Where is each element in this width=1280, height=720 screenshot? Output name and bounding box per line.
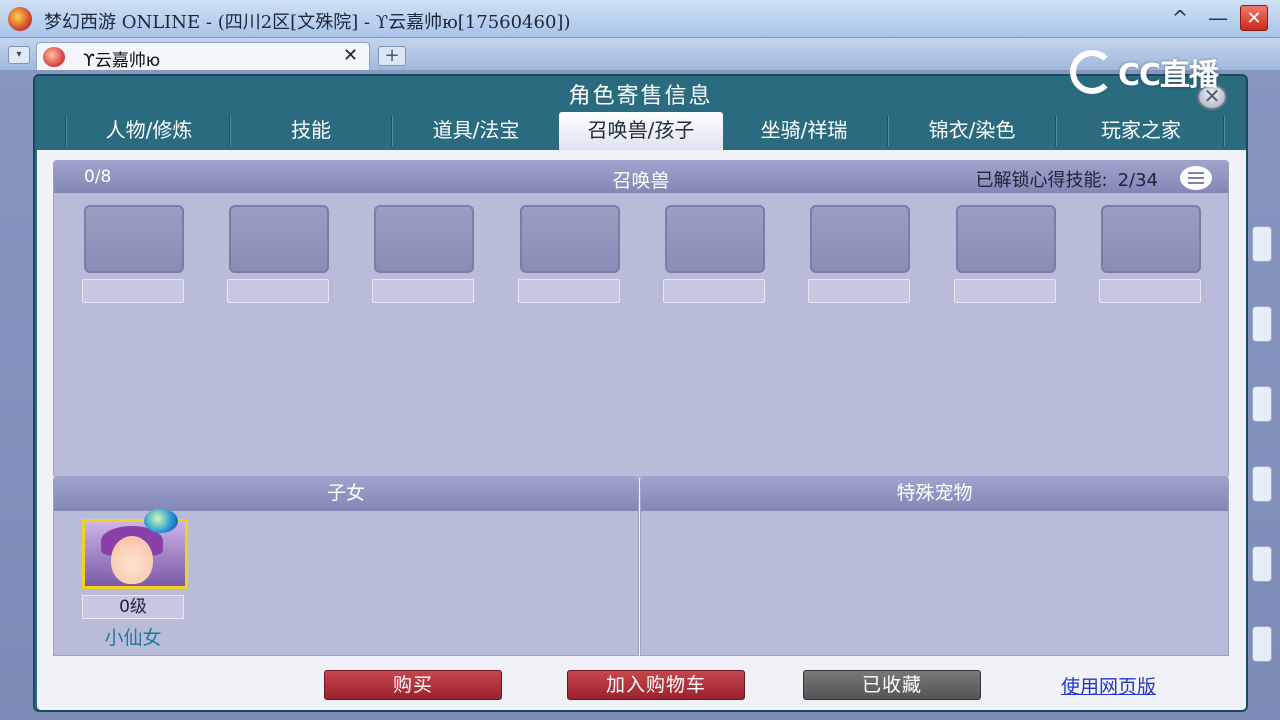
child-face: [111, 536, 153, 584]
tab-costumes[interactable]: 锦衣/染色: [893, 112, 1051, 150]
consignment-dialog: 角色寄售信息 人物/修炼 技能 道具/法宝 召唤兽/孩子 坐骑/祥瑞 锦衣/染色…: [33, 74, 1248, 712]
dialog-nav: 人物/修炼 技能 道具/法宝 召唤兽/孩子 坐骑/祥瑞 锦衣/染色 玩家之家: [65, 112, 1225, 150]
window-titlebar: 梦幻西游 ONLINE - (四川2区[文殊院] - ϒ云嘉帅ю[1756046…: [0, 0, 1280, 38]
new-tab-button[interactable]: +: [378, 46, 406, 66]
pet-name-field: [372, 279, 474, 303]
tab-mounts[interactable]: 坐骑/祥瑞: [725, 112, 883, 150]
collapse-button[interactable]: ^: [1166, 5, 1194, 31]
pet-slot[interactable]: [520, 205, 620, 273]
tab-close-button[interactable]: ✕: [343, 45, 358, 66]
pet-name-field: [82, 279, 184, 303]
unlocked-skills-label: 已解锁心得技能:: [975, 170, 1108, 191]
cc-live-logo: CC直播: [1070, 44, 1250, 94]
pets-header: 召唤兽 0/8 已解锁心得技能: 2/34: [54, 161, 1228, 193]
tab-character[interactable]: 人物/修炼: [71, 112, 227, 150]
tab-items[interactable]: 道具/法宝: [397, 112, 555, 150]
pet-name-field: [227, 279, 329, 303]
nav-divider: [391, 116, 393, 146]
tab-current[interactable]: ϒ云嘉帅ю ✕: [36, 42, 370, 71]
character-avatar-icon: [43, 47, 65, 67]
tab-pets-children[interactable]: 召唤兽/孩子: [559, 112, 723, 150]
unlocked-skills-value: 2/34: [1117, 170, 1158, 191]
dialog-title: 角色寄售信息: [568, 84, 713, 109]
cc-logo-icon: [1070, 50, 1114, 94]
tab-home[interactable]: 玩家之家: [1061, 112, 1221, 150]
nav-divider: [229, 116, 231, 146]
list-icon[interactable]: [1180, 166, 1212, 190]
web-version-link[interactable]: 使用网页版: [1061, 672, 1156, 699]
side-button[interactable]: [1252, 226, 1272, 262]
pet-slot[interactable]: [810, 205, 910, 273]
side-button[interactable]: [1252, 546, 1272, 582]
side-button[interactable]: [1252, 626, 1272, 662]
minimize-button[interactable]: —: [1204, 5, 1232, 31]
pet-slot[interactable]: [229, 205, 329, 273]
pet-name-field: [518, 279, 620, 303]
side-button[interactable]: [1252, 306, 1272, 342]
side-button[interactable]: [1252, 386, 1272, 422]
wand-icon: [144, 509, 178, 533]
favorited-button[interactable]: 已收藏: [803, 670, 981, 700]
side-button[interactable]: [1252, 466, 1272, 502]
pet-slot[interactable]: [374, 205, 474, 273]
window-close-button[interactable]: ✕: [1240, 5, 1268, 31]
buy-button[interactable]: 购买: [324, 670, 502, 700]
pet-slot[interactable]: [665, 205, 765, 273]
app-logo-icon: [8, 7, 32, 31]
pet-name-field: [954, 279, 1056, 303]
pet-slot[interactable]: [1101, 205, 1201, 273]
children-header: 子女: [54, 477, 638, 511]
add-to-cart-button[interactable]: 加入购物车: [567, 670, 745, 700]
pet-slot[interactable]: [956, 205, 1056, 273]
window-title: 梦幻西游 ONLINE - (四川2区[文殊院] - ϒ云嘉帅ю[1756046…: [44, 12, 571, 33]
special-pets-header: 特殊宠物: [641, 477, 1228, 511]
special-pets-panel: 特殊宠物: [640, 476, 1229, 656]
children-panel: 子女 0级 小仙女: [53, 476, 639, 656]
pets-panel: 召唤兽 0/8 已解锁心得技能: 2/34: [53, 160, 1229, 478]
tab-skills[interactable]: 技能: [235, 112, 387, 150]
pet-slot[interactable]: [84, 205, 184, 273]
tab-dropdown-icon[interactable]: ▾: [8, 46, 30, 64]
pet-name-field: [1099, 279, 1201, 303]
nav-divider: [1055, 116, 1057, 146]
pet-name-field: [808, 279, 910, 303]
nav-divider: [65, 116, 67, 146]
cc-logo-text: CC直播: [1118, 58, 1219, 93]
pets-count: 0/8: [84, 167, 112, 187]
tab-label: ϒ云嘉帅ю: [83, 51, 161, 71]
nav-divider: [1223, 116, 1225, 146]
pet-name-field: [663, 279, 765, 303]
unlocked-skills: 已解锁心得技能: 2/34: [976, 166, 1159, 192]
nav-divider: [887, 116, 889, 146]
child-name[interactable]: 小仙女: [82, 623, 184, 650]
child-level: 0级: [82, 595, 184, 619]
